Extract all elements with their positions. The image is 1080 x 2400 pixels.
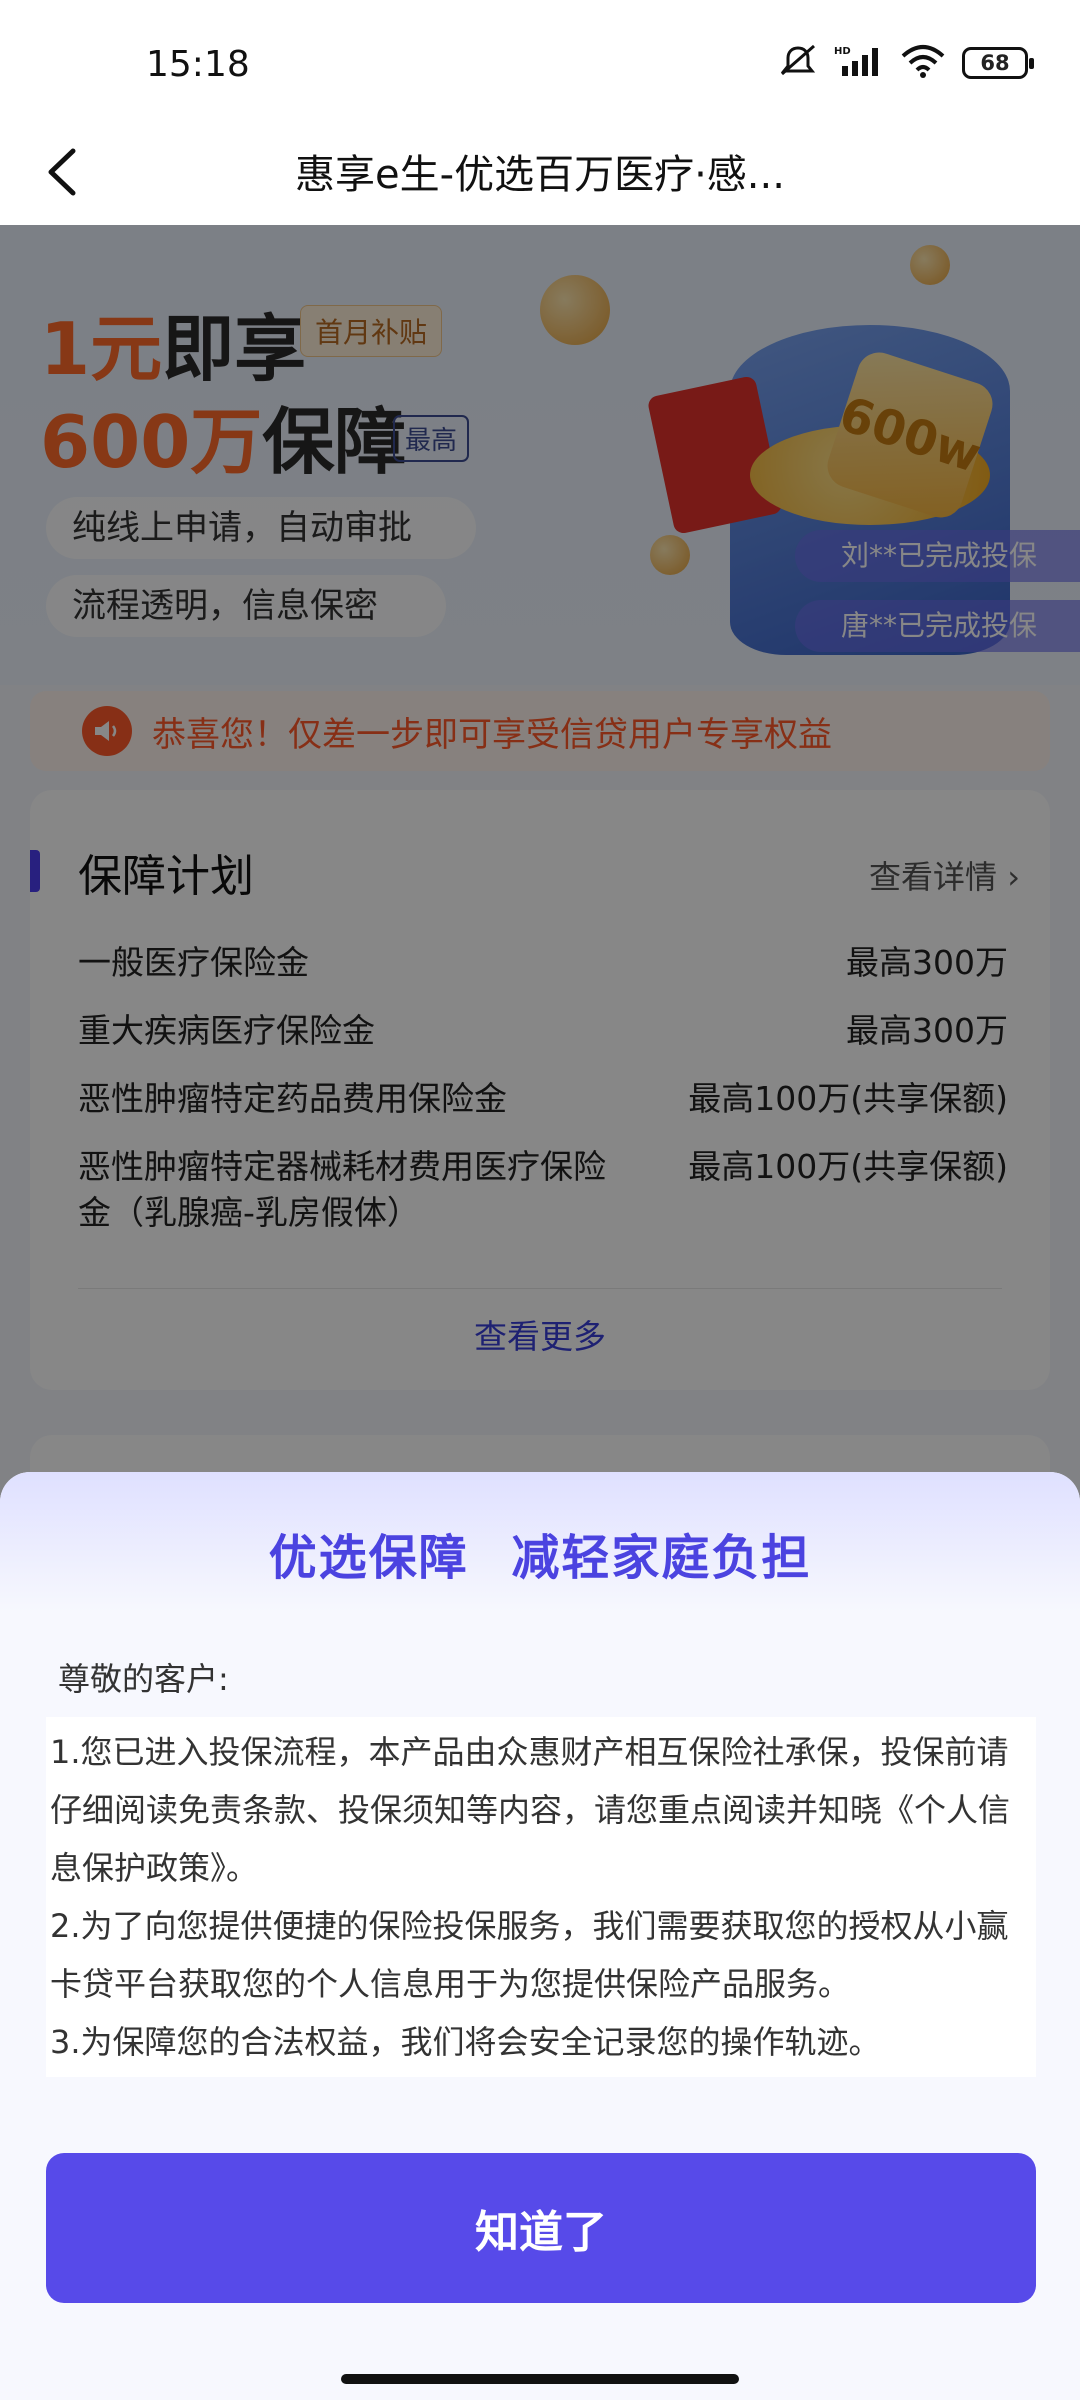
battery-icon: 68	[962, 47, 1034, 79]
notice-paragraph: 1.您已进入投保流程，本产品由众惠财产相互保险社承保，投保前请仔细阅读免责条款、…	[50, 1733, 1011, 1887]
back-button[interactable]	[30, 140, 94, 204]
notice-paragraph: 2.为了向您提供便捷的保险投保服务，我们需要获取您的授权从小赢卡贷平台获取您的个…	[50, 1907, 1009, 2003]
notice-paragraph: 3.为保障您的合法权益，我们将会安全记录您的操作轨迹。	[50, 2023, 881, 2061]
nav-bar: 惠享e生-优选百万医疗·感...	[0, 120, 1080, 225]
mute-icon	[778, 44, 818, 82]
status-time: 15:18	[146, 44, 250, 85]
sheet-body: 1.您已进入投保流程，本产品由众惠财产相互保险社承保，投保前请仔细阅读免责条款、…	[46, 1717, 1036, 2077]
home-indicator[interactable]	[341, 2374, 739, 2384]
page-title: 惠享e生-优选百万医疗·感...	[295, 152, 785, 198]
got-it-button[interactable]: 知道了	[46, 2153, 1036, 2303]
svg-text:HD: HD	[834, 46, 851, 57]
signal-icon: HD	[834, 44, 884, 82]
chevron-left-icon	[48, 148, 76, 196]
wifi-icon	[900, 44, 946, 82]
sheet-greeting: 尊敬的客户:	[58, 1660, 229, 1698]
status-bar: 15:18 HD 68	[0, 0, 1080, 120]
sheet-title: 优选保障 减轻家庭负担	[268, 1530, 812, 1586]
status-icons: HD 68	[778, 44, 1034, 82]
notice-bottom-sheet: 优选保障 减轻家庭负担 尊敬的客户: 1.您已进入投保流程，本产品由众惠财产相互…	[0, 1472, 1080, 2400]
